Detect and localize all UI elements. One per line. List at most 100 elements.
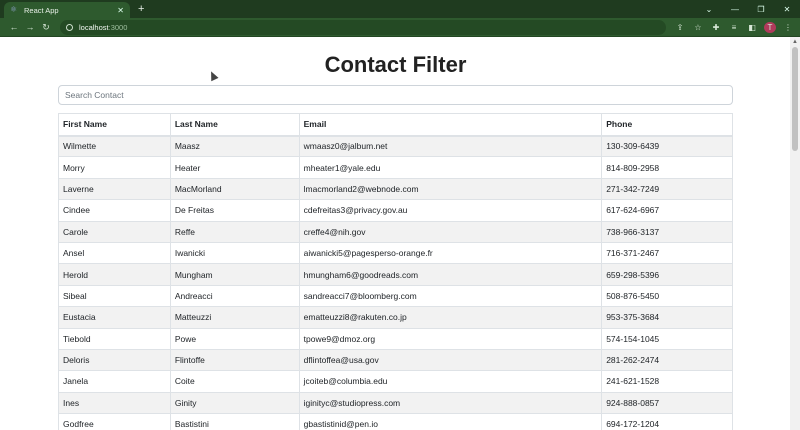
search-input[interactable]	[58, 85, 733, 105]
extensions-icon[interactable]: ✚	[710, 23, 722, 32]
profile-avatar[interactable]: T	[764, 21, 776, 33]
cell-phone: 574-154-1045	[601, 327, 733, 350]
window-controls: ⌄ — ❐ ✕	[696, 0, 800, 18]
cell-email: sandreacci7@bloomberg.com	[298, 284, 603, 308]
column-header-last-name: Last Name	[169, 113, 300, 137]
cell-email: dflintoffea@usa.gov	[298, 348, 603, 372]
cell-last-name: Mungham	[169, 263, 300, 286]
back-icon[interactable]: ←	[6, 22, 22, 32]
cell-first-name: Godfree	[58, 413, 171, 430]
table-header-row: First Name Last Name Email Phone	[58, 113, 733, 137]
table-row: Deloris Flintoffe dflintoffea@usa.gov 281-2…	[58, 348, 733, 372]
cell-phone: 241-621-1528	[601, 370, 733, 393]
table-row: Carole Reffe creffe4@nih.gov 738-966-3137	[58, 220, 733, 243]
bookmark-star-icon[interactable]: ☆	[692, 23, 704, 32]
table-row: Janela Coite jcoiteb@columbia.edu 241-621-1…	[58, 370, 733, 393]
address-bar[interactable]: localhost:3000	[60, 19, 666, 35]
cell-phone: 716-371-2467	[601, 241, 733, 265]
side-panel-icon[interactable]: ◧	[746, 23, 758, 32]
table-row: Godfree Bastistini gbastistinid@pen.io 694-…	[58, 413, 733, 430]
cell-last-name: Andreacci	[169, 284, 300, 308]
cell-phone: 281-262-2474	[601, 348, 733, 372]
cell-last-name: Maasz	[169, 134, 300, 158]
cell-email: cdefreitas3@privacy.gov.au	[298, 199, 603, 222]
restore-icon[interactable]: ❐	[748, 5, 774, 14]
cell-email: creffe4@nih.gov	[298, 220, 603, 243]
browser-toolbar: ← → ↻ localhost:3000 ⇪ ☆ ✚ ≡ ◧ T ⋮	[0, 18, 800, 37]
cell-phone: 694-172-1204	[601, 413, 733, 430]
url-port: :3000	[108, 22, 128, 32]
table-row: Tiebold Powe tpowe9@dmoz.org 574-154-1045	[58, 327, 733, 350]
cell-last-name: Flintoffe	[169, 348, 300, 372]
table-row: Morry Heater mheater1@yale.edu 814-809-2958	[58, 156, 733, 179]
window-close-icon[interactable]: ✕	[774, 5, 800, 14]
column-header-phone: Phone	[601, 113, 733, 137]
cell-last-name: Heater	[169, 156, 300, 179]
share-icon[interactable]: ⇪	[674, 23, 686, 32]
react-icon: ⚛	[10, 5, 18, 14]
cell-email: iginityc@studiopress.com	[298, 391, 603, 415]
tab-strip: ⚛ React App ✕ + ⌄ — ❐ ✕	[0, 0, 800, 18]
cell-last-name: De Freitas	[169, 199, 300, 222]
cell-phone: 659-298-5396	[601, 263, 733, 286]
cell-first-name: Ines	[58, 391, 171, 415]
cell-email: lmacmorland2@webnode.com	[298, 177, 603, 201]
table-row: Herold Mungham hmungham6@goodreads.com 659-…	[58, 263, 733, 286]
cell-email: gbastistinid@pen.io	[298, 413, 603, 430]
menu-kebab-icon[interactable]: ⋮	[782, 23, 794, 32]
cell-first-name: Tiebold	[58, 327, 171, 350]
cell-last-name: Bastistini	[169, 413, 300, 430]
browser-tab[interactable]: ⚛ React App ✕	[4, 2, 130, 18]
tab-search-icon[interactable]: ⌄	[696, 5, 722, 14]
cell-first-name: Herold	[58, 263, 171, 286]
table-body: Wilmette Maasz wmaasz0@jalbum.net 130-309-6…	[58, 134, 733, 430]
cell-email: hmungham6@goodreads.com	[298, 263, 603, 286]
forward-icon[interactable]: →	[22, 22, 38, 32]
table-row: Cindee De Freitas cdefreitas3@privacy.gov.…	[58, 199, 733, 222]
column-header-first-name: First Name	[58, 113, 171, 137]
page-viewport: Contact Filter First Name Last Name Emai…	[0, 37, 790, 430]
tab-title: React App	[24, 5, 59, 15]
cell-first-name: Ansel	[58, 241, 171, 265]
table-row: Laverne MacMorland lmacmorland2@webnode.co…	[58, 177, 733, 201]
page-scrollbar[interactable]: ▲	[790, 37, 800, 430]
cell-email: ematteuzzi8@rakuten.co.jp	[298, 306, 603, 329]
close-icon[interactable]: ✕	[117, 6, 124, 15]
cell-phone: 617-624-6967	[601, 199, 733, 222]
cell-first-name: Cindee	[58, 199, 171, 222]
table-row: Eustacia Matteuzzi ematteuzzi8@rakuten.co.…	[58, 306, 733, 329]
content-container: Contact Filter First Name Last Name Emai…	[58, 37, 733, 430]
cell-first-name: Eustacia	[58, 306, 171, 329]
cell-email: jcoiteb@columbia.edu	[298, 370, 603, 393]
cell-last-name: MacMorland	[169, 177, 300, 201]
new-tab-button[interactable]: +	[138, 2, 144, 18]
cell-phone: 953-375-3684	[601, 306, 733, 329]
minimize-icon[interactable]: —	[722, 5, 748, 14]
cell-first-name: Sibeal	[58, 284, 171, 308]
cell-first-name: Janela	[58, 370, 171, 393]
table-row: Ansel Iwanicki aiwanicki5@pagesperso-orang…	[58, 241, 733, 265]
table-row: Sibeal Andreacci sandreacci7@bloomberg.com…	[58, 284, 733, 308]
cell-phone: 738-966-3137	[601, 220, 733, 243]
cell-phone: 271-342-7249	[601, 177, 733, 201]
cell-last-name: Iwanicki	[169, 241, 300, 265]
cell-last-name: Coite	[169, 370, 300, 393]
media-queue-icon[interactable]: ≡	[728, 23, 740, 32]
cell-first-name: Morry	[58, 156, 171, 179]
cell-phone: 924-888-0857	[601, 391, 733, 415]
cell-phone: 508-876-5450	[601, 284, 733, 308]
cell-first-name: Wilmette	[58, 134, 171, 158]
cell-last-name: Powe	[169, 327, 300, 350]
column-header-email: Email	[298, 113, 603, 137]
scroll-up-icon[interactable]: ▲	[792, 39, 798, 45]
cell-phone: 130-309-6439	[601, 134, 733, 158]
scrollbar-thumb[interactable]	[792, 47, 798, 151]
site-info-icon[interactable]	[66, 23, 73, 31]
contact-table: First Name Last Name Email Phone Wilmett…	[58, 113, 733, 430]
cell-last-name: Reffe	[169, 220, 300, 243]
cell-last-name: Ginity	[169, 391, 300, 415]
cell-email: tpowe9@dmoz.org	[298, 327, 603, 350]
table-row: Wilmette Maasz wmaasz0@jalbum.net 130-309-6…	[58, 134, 733, 158]
reload-icon[interactable]: ↻	[38, 22, 54, 33]
table-row: Ines Ginity iginityc@studiopress.com 924-88…	[58, 391, 733, 415]
